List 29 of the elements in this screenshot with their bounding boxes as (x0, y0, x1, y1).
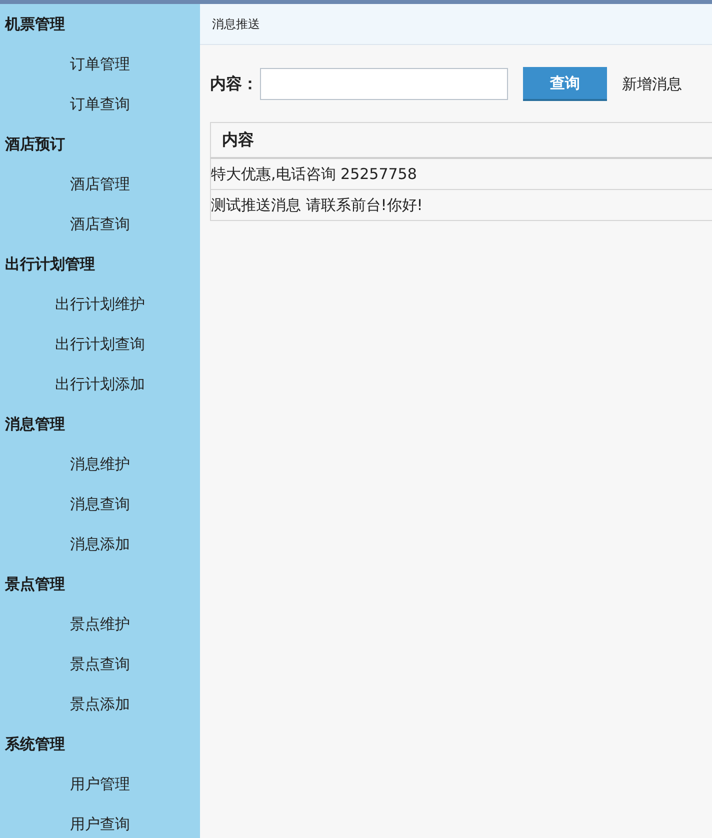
content-field[interactable] (260, 68, 508, 100)
sidebar-link[interactable]: 用户查询 (70, 814, 130, 834)
group-heading: 出行计划管理 (5, 254, 95, 274)
sidebar-link[interactable]: 酒店管理 (70, 174, 130, 194)
sidebar-link[interactable]: 出行计划查询 (55, 334, 145, 354)
column-header: 内容 (210, 122, 712, 158)
sidebar-link[interactable]: 景点查询 (70, 654, 130, 674)
group-heading: 系统管理 (5, 734, 65, 754)
field-label: 内容： (210, 74, 258, 94)
sidebar-link[interactable]: 订单查询 (70, 94, 130, 114)
sidebar-link[interactable]: 出行计划维护 (55, 294, 145, 314)
sidebar-link[interactable]: 景点添加 (70, 694, 130, 714)
sidebar-link[interactable]: 出行计划添加 (55, 374, 145, 394)
group-heading: 机票管理 (5, 14, 65, 34)
group-heading: 酒店预订 (5, 134, 65, 154)
table-cell: 测试推送消息 请联系前台!你好! (210, 190, 712, 220)
group-heading: 消息管理 (5, 414, 65, 434)
sidebar-link[interactable]: 消息添加 (70, 534, 130, 554)
sidebar-link[interactable]: 消息维护 (70, 454, 130, 474)
group-heading: 景点管理 (5, 574, 65, 594)
search-button[interactable]: 查询 (523, 67, 607, 101)
sidebar-link[interactable]: 用户管理 (70, 774, 130, 794)
sidebar-link[interactable]: 景点维护 (70, 614, 130, 634)
sidebar-link[interactable]: 酒店查询 (70, 214, 130, 234)
sidebar-link[interactable]: 订单管理 (70, 54, 130, 74)
add-message-link[interactable]: 新增消息 (622, 74, 682, 94)
table-cell: 特大优惠,电话咨询 25257758 (210, 158, 712, 190)
sidebar-link[interactable]: 消息查询 (70, 494, 130, 514)
page-title: 消息推送 (212, 16, 260, 32)
